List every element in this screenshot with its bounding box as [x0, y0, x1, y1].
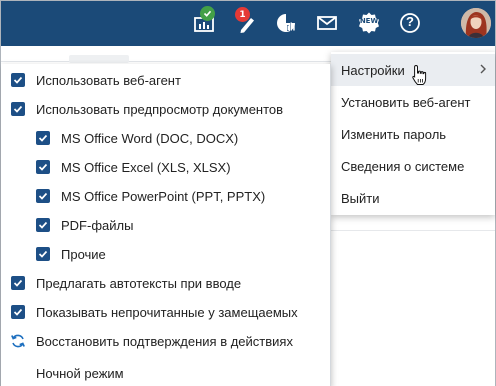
menu-item-change-password[interactable]: Изменить пароль — [331, 118, 495, 150]
option-preview-powerpoint[interactable]: MS Office PowerPoint (PPT, PPTX) — [36, 185, 265, 207]
checkbox-checked[interactable] — [11, 305, 25, 319]
help-circle-icon[interactable]: ? — [396, 9, 424, 37]
menu-item-label: Сведения о системе — [341, 158, 465, 174]
menu-item-label: Настройки — [341, 62, 405, 78]
top-toolbar: 1 NEW ? — [1, 1, 495, 46]
option-preview-pdf[interactable]: PDF-файлы — [36, 214, 133, 236]
help-label: ? — [406, 14, 414, 29]
option-label: Ночной режим — [36, 365, 124, 381]
analytics-pie-icon[interactable] — [272, 9, 300, 37]
option-use-web-agent[interactable]: Использовать веб-агент — [11, 69, 181, 91]
mail-envelope-icon[interactable] — [313, 9, 341, 37]
edit-pencil-icon[interactable]: 1 — [231, 7, 259, 37]
checkbox-checked[interactable] — [11, 73, 25, 87]
account-menu: Настройки Установить веб-агент Изменить … — [331, 52, 495, 215]
content-divider — [331, 230, 495, 231]
chevron-right-icon — [480, 64, 486, 74]
option-restore-confirmations[interactable]: Восстановить подтверждения в действиях — [10, 330, 293, 352]
option-label: MS Office Word (DOC, DOCX) — [61, 130, 239, 146]
checkbox-checked[interactable] — [36, 131, 50, 145]
checkbox-checked[interactable] — [11, 102, 25, 116]
option-label: Восстановить подтверждения в действиях — [36, 333, 293, 349]
option-label: PDF-файлы — [61, 217, 134, 233]
option-preview-excel[interactable]: MS Office Excel (XLS, XLSX) — [36, 156, 231, 178]
new-label: NEW — [359, 17, 379, 25]
checkbox-checked[interactable] — [36, 218, 50, 232]
page-content-area — [331, 215, 495, 386]
menu-item-settings[interactable]: Настройки — [331, 54, 495, 86]
menu-item-logout[interactable]: Выйти — [331, 182, 495, 214]
user-avatar[interactable] — [461, 8, 491, 38]
option-label: Показывать непрочитанные у замещаемых — [36, 304, 298, 320]
notification-count-badge: 1 — [235, 7, 250, 22]
option-label: MS Office PowerPoint (PPT, PPTX) — [61, 188, 266, 204]
refresh-icon — [10, 333, 26, 349]
option-preview-word[interactable]: MS Office Word (DOC, DOCX) — [36, 127, 238, 149]
check-badge-icon — [200, 6, 215, 21]
menu-item-system-info[interactable]: Сведения о системе — [331, 150, 495, 182]
option-night-mode[interactable]: Ночной режим — [11, 362, 124, 384]
option-label: Прочие — [61, 246, 106, 262]
presentation-board-icon[interactable] — [190, 6, 218, 37]
option-label: Использовать веб-агент — [36, 72, 181, 88]
page-tab-placeholder — [69, 55, 129, 63]
menu-item-install-web-agent[interactable]: Установить веб-агент — [331, 86, 495, 118]
checkbox-checked[interactable] — [36, 247, 50, 261]
option-preview-other[interactable]: Прочие — [36, 243, 106, 265]
hand-pointer-icon — [412, 64, 427, 85]
settings-submenu: Использовать веб-агент Использовать пред… — [1, 64, 331, 386]
checkbox-checked[interactable] — [36, 160, 50, 174]
menu-item-label: Изменить пароль — [341, 126, 447, 142]
checkbox-checked[interactable] — [11, 276, 25, 290]
option-use-document-preview[interactable]: Использовать предпросмотр документов — [11, 98, 283, 120]
option-suggest-autotext[interactable]: Предлагать автотексты при вводе — [11, 272, 241, 294]
menu-item-label: Установить веб-агент — [341, 94, 471, 110]
option-show-unread-substitutes[interactable]: Показывать непрочитанные у замещаемых — [11, 301, 298, 323]
option-label: Предлагать автотексты при вводе — [36, 275, 242, 291]
checkbox-checked[interactable] — [36, 189, 50, 203]
option-label: MS Office Excel (XLS, XLSX) — [61, 159, 231, 175]
menu-item-label: Выйти — [341, 190, 380, 206]
new-badge-icon[interactable]: NEW — [355, 9, 383, 37]
option-label: Использовать предпросмотр документов — [36, 101, 284, 117]
